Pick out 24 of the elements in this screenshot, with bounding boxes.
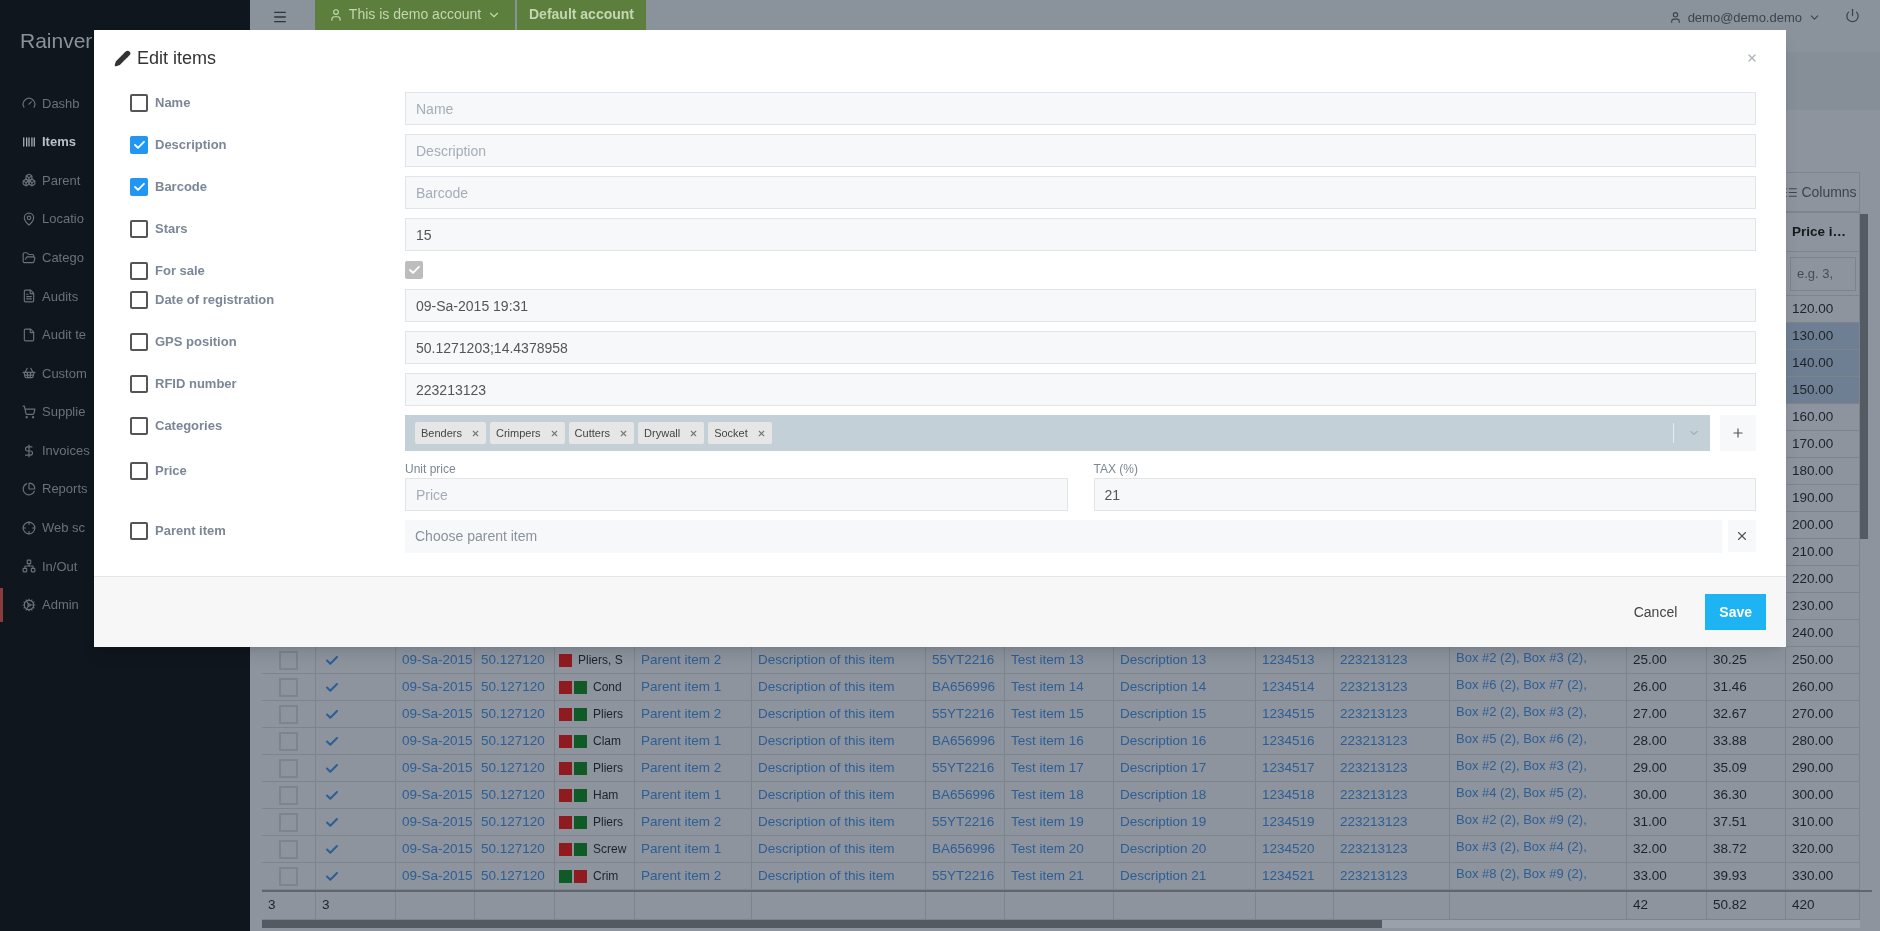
field-label: GPS position [155,333,237,351]
table-cell-text: Cond [593,679,622,696]
field-label: Name [155,94,191,112]
table-cell-text: Pliers [593,706,623,723]
field-label: Barcode [155,178,208,196]
table-cell-text: Screw [593,841,627,858]
field-label: Categories [155,417,223,435]
field-label: Description [155,136,227,154]
table-cell-text: Pliers, S [578,652,623,669]
table-cell-text: Pliers [593,814,623,831]
field-label: Stars [155,220,188,238]
table-cell-text: Pliers [593,760,623,777]
field-label: Unit price [405,461,457,478]
field-label: For sale [155,262,205,280]
field-label: Parent item [155,522,226,540]
app-logo: Rainver [20,29,93,52]
field-label: TAX (%) [1093,461,1139,478]
field-label: Date of registration [155,291,275,309]
dialog-title: Edit items [137,46,217,70]
table-cell-text: Clam [593,733,621,750]
field-label: RFID number [155,375,237,393]
table-cell-text: Crim [593,868,619,885]
table-cell-text: Ham [593,787,619,804]
field-label: Price [155,462,187,480]
